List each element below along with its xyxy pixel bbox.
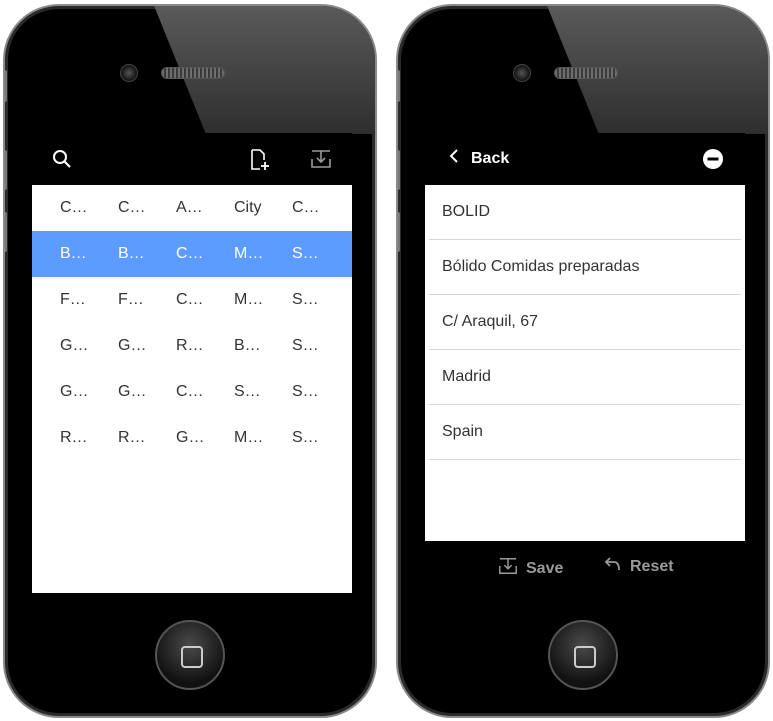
table-cell: C… xyxy=(60,199,88,216)
remove-icon[interactable] xyxy=(703,149,723,174)
speaker-grille xyxy=(554,67,618,79)
volume-up-button xyxy=(5,150,7,190)
table-cell: M… xyxy=(234,429,264,446)
table-row[interactable]: R… R… G… M… S… xyxy=(32,415,352,461)
field-company-name[interactable]: Bólido Comidas preparadas xyxy=(429,240,741,295)
back-button[interactable]: Back xyxy=(449,148,509,169)
table-cell: G… xyxy=(60,383,89,400)
new-document-icon[interactable] xyxy=(250,149,270,176)
undo-icon xyxy=(604,556,622,577)
table-cell: S… xyxy=(292,337,319,354)
speaker-grille xyxy=(161,67,225,79)
table-cell: S… xyxy=(292,291,319,308)
table-cell: S… xyxy=(234,383,261,400)
table-cell: C… xyxy=(176,245,204,262)
mute-switch xyxy=(5,70,7,102)
phone-left: C… C… A… City C… B… B… C… M… S… F… F… C…… xyxy=(3,4,377,718)
table-cell: G… xyxy=(176,429,205,446)
table-cell: C… xyxy=(176,383,204,400)
detail-fields: BOLID Bólido Comidas preparadas C/ Araqu… xyxy=(429,185,741,460)
mute-switch xyxy=(398,70,400,102)
home-square-icon xyxy=(181,646,203,668)
table-row-selected[interactable]: B… B… C… M… S… xyxy=(32,231,352,277)
home-button[interactable] xyxy=(155,620,225,690)
search-icon[interactable] xyxy=(52,149,72,174)
table-cell: B… xyxy=(60,245,87,262)
back-label: Back xyxy=(471,149,510,167)
table-cell: F… xyxy=(60,291,86,308)
table-cell: G… xyxy=(118,383,147,400)
table-cell: R… xyxy=(176,337,204,354)
table-row[interactable]: F… F… C… M… S… xyxy=(32,277,352,323)
right-screen: Back BOLID Bólido Comidas preparadas C/ … xyxy=(425,133,745,541)
home-square-icon xyxy=(574,646,596,668)
field-customer-id[interactable]: BOLID xyxy=(429,185,741,240)
field-address[interactable]: C/ Araquil, 67 xyxy=(429,295,741,350)
table-cell: City xyxy=(234,199,262,216)
table-cell: A… xyxy=(176,199,203,216)
table-row[interactable]: G… G… C… S… S… xyxy=(32,369,352,415)
save-icon xyxy=(498,556,518,581)
table-cell: M… xyxy=(234,291,264,308)
table-cell: C… xyxy=(118,199,146,216)
table-cell: F… xyxy=(118,291,144,308)
volume-down-button xyxy=(398,212,400,252)
table-cell: B… xyxy=(234,337,261,354)
front-camera xyxy=(513,64,531,82)
save-label: Save xyxy=(526,559,564,577)
field-city[interactable]: Madrid xyxy=(429,350,741,405)
table-cell: R… xyxy=(60,429,88,446)
bottom-action-bar: Save Reset xyxy=(498,556,698,582)
table-row[interactable]: G… G… R… B… S… xyxy=(32,323,352,369)
table-cell: G… xyxy=(118,337,147,354)
table-cell: G… xyxy=(60,337,89,354)
volume-up-button xyxy=(398,150,400,190)
reset-label: Reset xyxy=(630,557,674,575)
table-cell: C… xyxy=(292,199,320,216)
table-cell: B… xyxy=(118,245,145,262)
left-screen: C… C… A… City C… B… B… C… M… S… F… F… C…… xyxy=(32,133,352,593)
front-camera xyxy=(120,64,138,82)
reset-button[interactable]: Reset xyxy=(604,556,674,577)
table-cell: M… xyxy=(234,245,264,262)
detail-header: Back xyxy=(425,133,745,185)
download-icon[interactable] xyxy=(310,149,332,174)
field-country[interactable]: Spain xyxy=(429,405,741,460)
save-button[interactable]: Save xyxy=(498,556,563,581)
table-cell: C… xyxy=(176,291,204,308)
home-button[interactable] xyxy=(548,620,618,690)
table-cell: S… xyxy=(292,245,319,262)
table-cell: S… xyxy=(292,383,319,400)
top-toolbar xyxy=(32,133,352,185)
phone-right: Back BOLID Bólido Comidas preparadas C/ … xyxy=(396,4,770,718)
chevron-left-icon xyxy=(449,148,459,169)
table-cell: S… xyxy=(292,429,319,446)
table-cell: R… xyxy=(118,429,146,446)
data-grid: C… C… A… City C… B… B… C… M… S… F… F… C…… xyxy=(32,185,352,461)
table-row[interactable]: C… C… A… City C… xyxy=(32,185,352,231)
volume-down-button xyxy=(5,212,7,252)
